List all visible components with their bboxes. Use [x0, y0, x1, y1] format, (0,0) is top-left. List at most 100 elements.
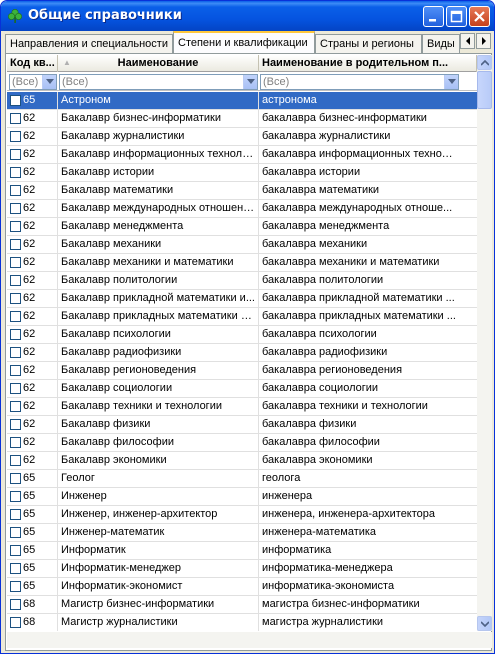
cell-name: Информатик-экономист	[58, 578, 259, 595]
row-checkbox[interactable]	[10, 95, 21, 106]
scroll-thumb[interactable]	[477, 71, 492, 109]
table-row[interactable]: 65 Инженер-математик инженера-математика	[7, 524, 477, 542]
sort-indicator-icon: ▲	[63, 58, 71, 67]
table-row[interactable]: 65 Информатик-экономист информатика-эконом…	[7, 578, 477, 596]
table-row[interactable]: 62 Бакалавр прикладных математики и... бак…	[7, 308, 477, 326]
cell-name: Инженер	[58, 488, 259, 505]
row-checkbox[interactable]	[10, 131, 21, 142]
table-row[interactable]: 62 Бакалавр математики бакалавра математик…	[7, 182, 477, 200]
column-header-code[interactable]: Код кв...	[7, 55, 58, 72]
filter-parent-dropdown[interactable]: (Все)	[260, 74, 459, 90]
table-row[interactable]: 68 Магистр бизнес-информатики магистра биз…	[7, 596, 477, 614]
minimize-button[interactable]	[423, 6, 444, 27]
cell-parent-name: бакалавра математики	[262, 184, 380, 196]
row-checkbox[interactable]	[10, 491, 21, 502]
table-row[interactable]: 62 Бакалавр менеджмента бакалавра менеджме…	[7, 218, 477, 236]
cell-code: 62	[21, 344, 58, 361]
filter-code-dropdown[interactable]: (Все)	[9, 74, 57, 90]
row-checkbox[interactable]	[10, 509, 21, 520]
row-checkbox[interactable]	[10, 581, 21, 592]
table-row[interactable]: 65 Инженер, инженер-архитектор инженера, и…	[7, 506, 477, 524]
cell-parent-name: бакалавра физики	[262, 418, 357, 430]
table-row[interactable]: 62 Бакалавр журналистики бакалавра журнали…	[7, 128, 477, 146]
row-checkbox[interactable]	[10, 185, 21, 196]
table-row[interactable]: 65 Информатик-менеджер информатика-менедже…	[7, 560, 477, 578]
cell-name: Бакалавр техники и технологии	[58, 398, 259, 415]
row-checkbox[interactable]	[10, 419, 21, 430]
table-row[interactable]: 62 Бакалавр физики бакалавра физики	[7, 416, 477, 434]
table-row[interactable]: 62 Бакалавр прикладной математики и... бак…	[7, 290, 477, 308]
table-row[interactable]: 65 Геолог геолога	[7, 470, 477, 488]
table-row[interactable]: 62 Бакалавр политологии бакалавра политоло…	[7, 272, 477, 290]
tab-degrees[interactable]: Степени и квалификации	[173, 31, 315, 53]
row-checkbox[interactable]	[10, 167, 21, 178]
row-checkbox[interactable]	[10, 437, 21, 448]
tab-label: Виды	[427, 38, 455, 50]
tab-types[interactable]: Виды	[422, 34, 460, 53]
table-row[interactable]: 62 Бакалавр истории бакалавра истории	[7, 164, 477, 182]
table-row[interactable]: 65 Информатик информатика	[7, 542, 477, 560]
table-row[interactable]: 62 Бакалавр экономики бакалавра экономики	[7, 452, 477, 470]
maximize-button[interactable]	[446, 6, 467, 27]
cell-parent-name: бакалавра менеджмента	[262, 220, 390, 232]
table-row[interactable]: 65 Инженер инженера	[7, 488, 477, 506]
table-row[interactable]: 62 Бакалавр информационных техноло... бака…	[7, 146, 477, 164]
row-checkbox[interactable]	[10, 563, 21, 574]
row-checkbox[interactable]	[10, 599, 21, 610]
table-row[interactable]: 62 Бакалавр механики и математики бакалавр…	[7, 254, 477, 272]
cell-parent-name: информатика-менеджера	[262, 562, 393, 574]
row-checkbox[interactable]	[10, 347, 21, 358]
table-row[interactable]: 62 Бакалавр радиофизики бакалавра радиофиз…	[7, 344, 477, 362]
row-checkbox[interactable]	[10, 311, 21, 322]
chevron-down-icon[interactable]	[444, 75, 458, 89]
close-button[interactable]	[469, 6, 490, 27]
row-checkbox[interactable]	[10, 293, 21, 304]
row-checkbox[interactable]	[10, 149, 21, 160]
maximize-icon	[450, 10, 463, 23]
row-checkbox[interactable]	[10, 257, 21, 268]
row-checkbox[interactable]	[10, 113, 21, 124]
row-checkbox[interactable]	[10, 383, 21, 394]
scroll-down-button[interactable]	[477, 616, 492, 631]
table-row[interactable]: 62 Бакалавр международных отношений бакала…	[7, 200, 477, 218]
row-checkbox[interactable]	[10, 329, 21, 340]
table-row[interactable]: 62 Бакалавр философии бакалавра философии	[7, 434, 477, 452]
title-bar[interactable]: Общие справочники	[1, 1, 494, 31]
filter-value: (Все)	[12, 76, 39, 88]
row-checkbox[interactable]	[10, 275, 21, 286]
column-header-parent[interactable]: Наименование в родительном п...	[259, 55, 477, 72]
row-checkbox[interactable]	[10, 203, 21, 214]
row-checkbox[interactable]	[10, 527, 21, 538]
scroll-up-button[interactable]	[477, 55, 492, 70]
table-row[interactable]: 62 Бакалавр психологии бакалавра психологи…	[7, 326, 477, 344]
tab-scroll-left-button[interactable]	[460, 33, 475, 49]
row-checkbox[interactable]	[10, 365, 21, 376]
table-row[interactable]: 62 Бакалавр бизнес-информатики бакалавра б…	[7, 110, 477, 128]
vertical-scrollbar[interactable]	[477, 55, 492, 631]
table-row[interactable]: 62 Бакалавр регионоведения бакалавра регио…	[7, 362, 477, 380]
table-row[interactable]: 68 Магистр журналистики магистра журналист…	[7, 614, 477, 631]
table-row[interactable]: 62 Бакалавр социологии бакалавра социологи…	[7, 380, 477, 398]
table-row[interactable]: 65 Астроном астронома	[7, 92, 477, 110]
table-row[interactable]: 62 Бакалавр механики бакалавра механики	[7, 236, 477, 254]
tab-countries[interactable]: Страны и регионы	[315, 34, 422, 53]
row-checkbox[interactable]	[10, 473, 21, 484]
cell-name: Инженер, инженер-архитектор	[58, 506, 259, 523]
tab-directions[interactable]: Направления и специальности	[5, 34, 173, 53]
filter-name-dropdown[interactable]: (Все)	[59, 74, 258, 90]
horizontal-scrollbar[interactable]	[7, 632, 492, 648]
clover-icon	[7, 8, 23, 24]
arrow-right-icon	[482, 37, 486, 45]
row-checkbox[interactable]	[10, 239, 21, 250]
row-checkbox[interactable]	[10, 455, 21, 466]
row-checkbox[interactable]	[10, 401, 21, 412]
cell-parent-name: бакалавра регионоведения	[262, 364, 403, 376]
table-row[interactable]: 62 Бакалавр техники и технологии бакалавра…	[7, 398, 477, 416]
row-checkbox[interactable]	[10, 545, 21, 556]
column-header-name[interactable]: ▲ Наименование	[58, 55, 259, 72]
row-checkbox[interactable]	[10, 221, 21, 232]
tab-scroll-right-button[interactable]	[476, 33, 491, 49]
row-checkbox[interactable]	[10, 617, 21, 628]
chevron-down-icon[interactable]	[42, 75, 56, 89]
chevron-down-icon[interactable]	[243, 75, 257, 89]
